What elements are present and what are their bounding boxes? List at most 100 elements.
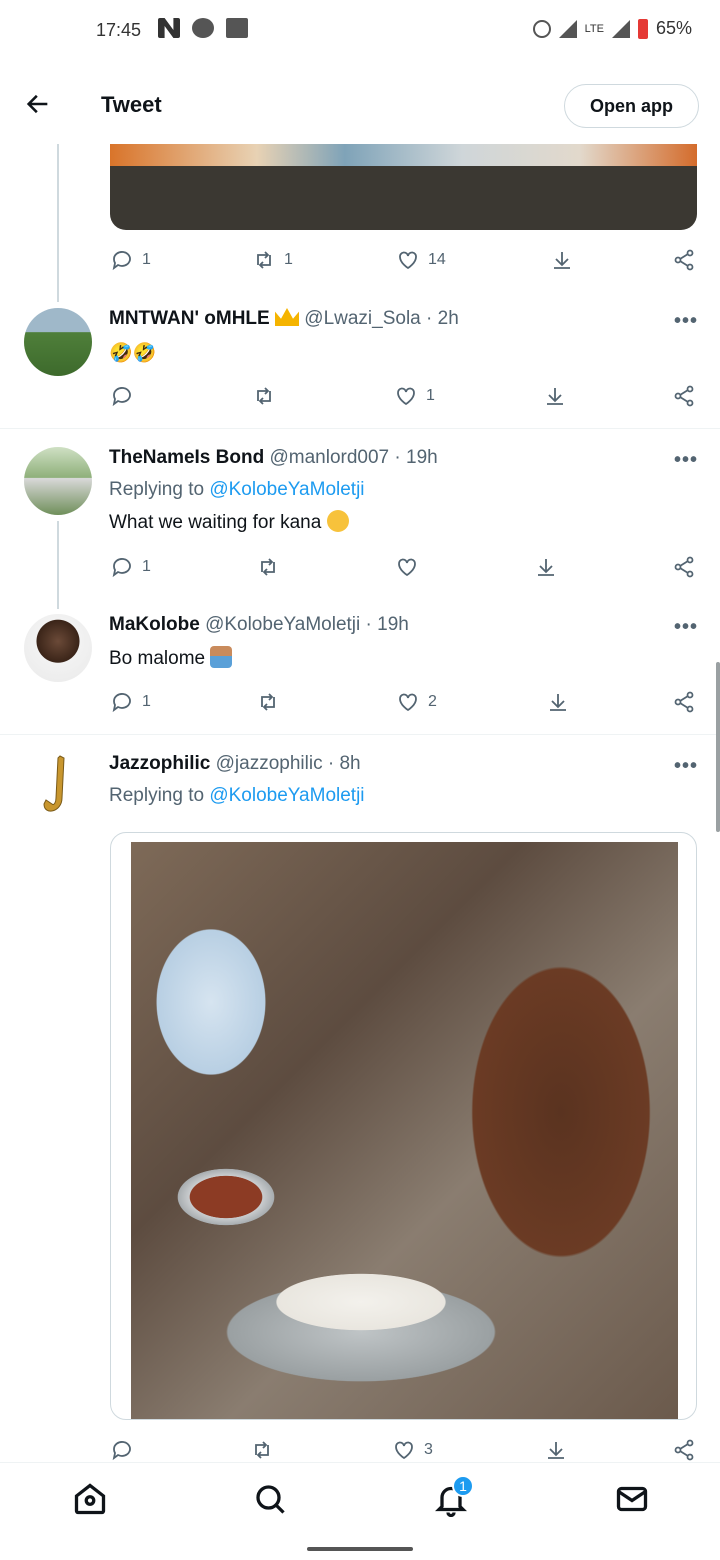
share-icon	[674, 556, 694, 578]
network-label: LTE	[584, 22, 604, 35]
top-bar: Tweet Open app	[0, 70, 720, 144]
share-icon	[674, 1439, 694, 1461]
battery-percent: 65%	[655, 18, 692, 38]
like-button[interactable]: 3	[392, 1438, 433, 1462]
retweet-button[interactable]	[252, 384, 284, 408]
alarm-icon	[532, 19, 551, 38]
share-button[interactable]	[672, 384, 696, 408]
replying-to: Replying to @KolobeYaMoletji	[109, 479, 365, 500]
scrollbar[interactable]	[716, 662, 720, 832]
tweet-media[interactable]	[110, 144, 697, 230]
image-notification-icon	[226, 18, 248, 38]
heart-icon	[399, 693, 417, 712]
avatar[interactable]	[24, 447, 92, 515]
shushing-emoji-icon	[326, 510, 349, 532]
search-icon[interactable]	[252, 1481, 288, 1517]
more-options-icon[interactable]: •••	[674, 616, 698, 639]
download-button[interactable]	[544, 1438, 568, 1462]
download-icon	[550, 694, 566, 711]
retweet-button[interactable]	[256, 555, 288, 579]
avatar[interactable]	[24, 614, 92, 682]
tweet-text: Bo malome	[109, 646, 233, 670]
download-button[interactable]	[534, 555, 558, 579]
tweet-actions: 1 2	[110, 690, 700, 720]
share-icon	[674, 249, 694, 271]
download-button[interactable]	[546, 690, 570, 714]
download-button[interactable]	[550, 248, 574, 272]
tweet-author[interactable]: MNTWAN' oMHLE @Lwazi_Sola · 2h	[109, 308, 459, 330]
mention-link[interactable]: @KolobeYaMoletji	[209, 785, 364, 806]
page-title: Tweet	[101, 92, 162, 117]
retweet-icon	[261, 558, 275, 576]
like-button[interactable]: 2	[396, 690, 437, 714]
replying-to: Replying to @KolobeYaMoletji	[109, 785, 365, 806]
reply-button[interactable]	[110, 384, 142, 408]
share-button[interactable]	[672, 1438, 696, 1462]
battery-icon	[637, 18, 648, 39]
reply-button[interactable]	[110, 1438, 142, 1462]
open-app-button[interactable]: Open app	[564, 84, 699, 128]
retweet-button[interactable]: 1	[252, 248, 293, 272]
retweet-icon	[261, 693, 275, 711]
reply-button[interactable]: 1	[110, 690, 151, 714]
tweet-actions: 1	[110, 555, 700, 585]
arrow-left-icon[interactable]	[24, 90, 52, 124]
signal-2-icon	[611, 19, 630, 38]
divider	[0, 428, 720, 429]
stack-notification-icon	[192, 18, 214, 38]
notification-icons	[158, 18, 248, 38]
retweet-icon	[257, 387, 271, 405]
divider	[0, 734, 720, 735]
heart-icon	[397, 387, 415, 406]
thread-line	[57, 144, 59, 302]
retweet-icon	[257, 251, 271, 269]
tweet-author[interactable]: TheNameIs Bond @manlord007 · 19h	[109, 447, 438, 469]
reply-icon	[112, 693, 131, 713]
retweet-button[interactable]	[250, 1438, 282, 1462]
tweet-actions: 1	[110, 384, 700, 414]
gesture-bar[interactable]	[307, 1547, 413, 1551]
signal-icon	[558, 19, 577, 38]
share-icon	[674, 385, 694, 407]
mention-link[interactable]: @KolobeYaMoletji	[209, 479, 364, 500]
like-button[interactable]	[395, 555, 427, 579]
like-button[interactable]: 1	[394, 384, 435, 408]
reply-icon	[112, 251, 131, 271]
heart-icon	[398, 558, 416, 577]
photo	[131, 842, 678, 1419]
heart-icon	[395, 1441, 413, 1460]
status-time: 17:45	[96, 20, 142, 40]
tweet-text: What we waiting for kana	[109, 510, 349, 534]
tweet-author[interactable]: Jazzophilic @jazzophilic · 8h	[109, 753, 361, 775]
avatar[interactable]	[24, 752, 92, 820]
person-shrugging-emoji-icon	[210, 646, 233, 668]
heart-icon	[399, 251, 417, 270]
download-icon	[554, 252, 570, 269]
reply-icon	[112, 387, 131, 407]
share-button[interactable]	[672, 690, 696, 714]
like-button[interactable]: 14	[396, 248, 446, 272]
share-button[interactable]	[672, 555, 696, 579]
download-icon	[548, 1442, 564, 1459]
home-icon[interactable]	[72, 1481, 108, 1517]
avatar[interactable]	[24, 308, 92, 376]
bottom-nav: 1	[0, 1462, 720, 1538]
tweet-media[interactable]	[110, 832, 697, 1420]
tweet-text: 🤣🤣	[109, 343, 157, 364]
reply-icon	[112, 1441, 131, 1461]
more-options-icon[interactable]: •••	[674, 310, 698, 333]
app-notification-icon	[158, 18, 180, 38]
more-options-icon[interactable]: •••	[674, 755, 698, 778]
mail-icon[interactable]	[614, 1481, 650, 1517]
retweet-button[interactable]	[256, 690, 288, 714]
reply-button[interactable]: 1	[110, 248, 151, 272]
thread-line	[57, 521, 59, 609]
retweet-icon	[255, 1441, 269, 1459]
more-options-icon[interactable]: •••	[674, 449, 698, 472]
reply-button[interactable]: 1	[110, 555, 151, 579]
share-icon	[674, 691, 694, 713]
download-button[interactable]	[543, 384, 567, 408]
tweet-author[interactable]: MaKolobe @KolobeYaMoletji · 19h	[109, 614, 409, 636]
download-icon	[547, 388, 563, 405]
share-button[interactable]	[672, 248, 696, 272]
